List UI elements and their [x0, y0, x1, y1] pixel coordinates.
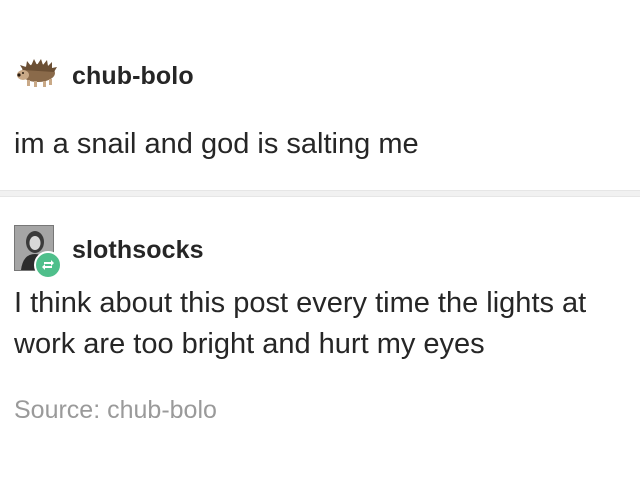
post-text: I think about this post every time the l… — [14, 287, 587, 360]
post-text: im a snail and god is salting me — [14, 128, 419, 160]
post-header: slothsocks — [14, 223, 204, 279]
post-original: chub-bolo im a snail and god is salting … — [0, 0, 640, 190]
hedgehog-icon[interactable] — [14, 56, 60, 97]
post-header: chub-bolo — [14, 58, 194, 94]
username[interactable]: slothsocks — [72, 236, 204, 265]
source-link[interactable]: Source: chub-bolo — [14, 396, 217, 425]
avatar[interactable] — [14, 225, 62, 279]
reblog-icon — [34, 251, 62, 279]
post-reblog: slothsocks I think about this post every… — [0, 195, 640, 482]
username[interactable]: chub-bolo — [72, 62, 194, 91]
